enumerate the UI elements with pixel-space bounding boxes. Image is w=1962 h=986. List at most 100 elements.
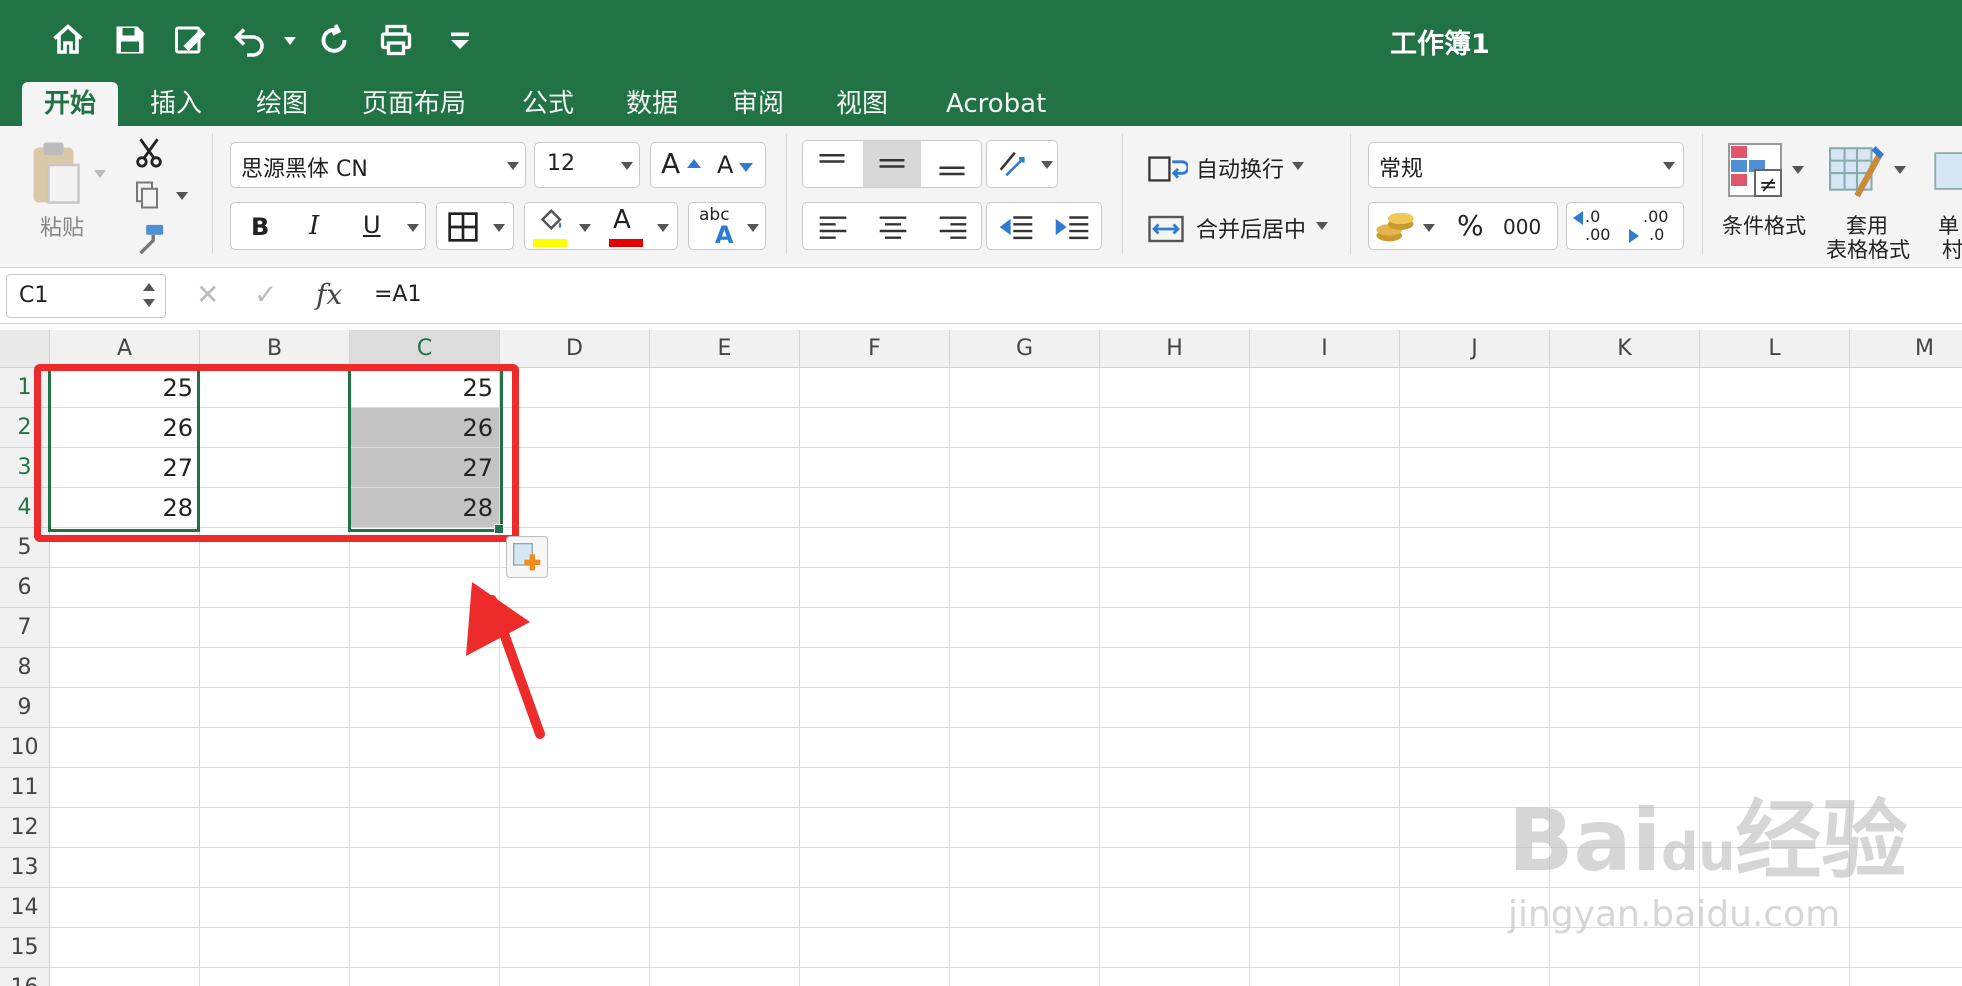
- cell-m15[interactable]: [1850, 928, 1962, 968]
- cell-a10[interactable]: [50, 728, 200, 768]
- cell-f5[interactable]: [800, 528, 950, 568]
- cut-icon[interactable]: [132, 134, 166, 170]
- cell-g9[interactable]: [950, 688, 1100, 728]
- align-left-icon[interactable]: [817, 213, 849, 241]
- tab-home[interactable]: 开始: [22, 82, 119, 126]
- home-icon[interactable]: [46, 18, 90, 62]
- cell-d3[interactable]: [500, 448, 650, 488]
- cell-c14[interactable]: [350, 888, 500, 928]
- row-header-5[interactable]: 5: [0, 528, 50, 568]
- cell-j10[interactable]: [1400, 728, 1550, 768]
- cell-j8[interactable]: [1400, 648, 1550, 688]
- shrink-font-button[interactable]: A: [717, 151, 733, 179]
- wrap-text-icon[interactable]: [1148, 154, 1188, 184]
- cell-k6[interactable]: [1550, 568, 1700, 608]
- cell-h11[interactable]: [1100, 768, 1250, 808]
- cell-e11[interactable]: [650, 768, 800, 808]
- cell-j4[interactable]: [1400, 488, 1550, 528]
- tab-page-layout[interactable]: 页面布局: [340, 82, 488, 126]
- cell-e13[interactable]: [650, 848, 800, 888]
- cell-i16[interactable]: [1250, 968, 1400, 986]
- font-color-dropdown-icon[interactable]: [657, 224, 669, 232]
- column-header-g[interactable]: G: [950, 330, 1100, 368]
- cell-i2[interactable]: [1250, 408, 1400, 448]
- conditional-format-icon[interactable]: ≠: [1726, 142, 1784, 198]
- paste-label[interactable]: 粘贴: [40, 210, 84, 242]
- cell-j16[interactable]: [1400, 968, 1550, 986]
- cell-a13[interactable]: [50, 848, 200, 888]
- cell-k4[interactable]: [1550, 488, 1700, 528]
- cell-i3[interactable]: [1250, 448, 1400, 488]
- cell-e9[interactable]: [650, 688, 800, 728]
- tab-acrobat[interactable]: Acrobat: [924, 82, 1068, 126]
- italic-button[interactable]: I: [309, 211, 319, 241]
- cell-g16[interactable]: [950, 968, 1100, 986]
- cell-h8[interactable]: [1100, 648, 1250, 688]
- cell-f1[interactable]: [800, 368, 950, 408]
- cell-g10[interactable]: [950, 728, 1100, 768]
- row-header-13[interactable]: 13: [0, 848, 50, 888]
- cell-l9[interactable]: [1700, 688, 1850, 728]
- cell-f11[interactable]: [800, 768, 950, 808]
- cell-h10[interactable]: [1100, 728, 1250, 768]
- font-size-select[interactable]: 12: [534, 142, 640, 188]
- cell-c11[interactable]: [350, 768, 500, 808]
- cell-a5[interactable]: [50, 528, 200, 568]
- cell-c4[interactable]: 28: [350, 488, 500, 528]
- fill-color-icon[interactable]: [533, 207, 567, 237]
- align-middle-button[interactable]: [863, 141, 921, 187]
- cell-a16[interactable]: [50, 968, 200, 986]
- cell-m3[interactable]: [1850, 448, 1962, 488]
- cell-k1[interactable]: [1550, 368, 1700, 408]
- cell-g6[interactable]: [950, 568, 1100, 608]
- formula-input[interactable]: =A1: [374, 282, 421, 307]
- cell-h5[interactable]: [1100, 528, 1250, 568]
- conditional-format-dropdown-icon[interactable]: [1792, 166, 1804, 174]
- cell-i14[interactable]: [1250, 888, 1400, 928]
- cell-a14[interactable]: [50, 888, 200, 928]
- cell-m8[interactable]: [1850, 648, 1962, 688]
- cell-e2[interactable]: [650, 408, 800, 448]
- cell-m10[interactable]: [1850, 728, 1962, 768]
- row-header-16[interactable]: 16: [0, 968, 50, 986]
- cell-f3[interactable]: [800, 448, 950, 488]
- cell-i5[interactable]: [1250, 528, 1400, 568]
- cell-e4[interactable]: [650, 488, 800, 528]
- orientation-button[interactable]: [986, 140, 1058, 188]
- underline-dropdown-icon[interactable]: [407, 224, 419, 232]
- cell-e3[interactable]: [650, 448, 800, 488]
- align-center-icon[interactable]: [877, 213, 909, 241]
- cell-styles-line2[interactable]: 村: [1942, 234, 1962, 264]
- cell-l8[interactable]: [1700, 648, 1850, 688]
- bold-button[interactable]: B: [251, 213, 269, 241]
- cell-h16[interactable]: [1100, 968, 1250, 986]
- cell-d11[interactable]: [500, 768, 650, 808]
- redo-icon[interactable]: [312, 18, 356, 62]
- row-header-3[interactable]: 3: [0, 448, 50, 488]
- cell-b2[interactable]: [200, 408, 350, 448]
- cell-c12[interactable]: [350, 808, 500, 848]
- undo-icon[interactable]: [228, 18, 272, 62]
- cell-h1[interactable]: [1100, 368, 1250, 408]
- font-name-select[interactable]: 思源黑体 CN: [230, 142, 526, 188]
- cell-i9[interactable]: [1250, 688, 1400, 728]
- cell-l1[interactable]: [1700, 368, 1850, 408]
- column-header-f[interactable]: F: [800, 330, 950, 368]
- cell-j9[interactable]: [1400, 688, 1550, 728]
- print-icon[interactable]: [374, 18, 418, 62]
- cell-b15[interactable]: [200, 928, 350, 968]
- decrease-decimal-button[interactable]: .00 .0: [1629, 207, 1681, 247]
- cell-l2[interactable]: [1700, 408, 1850, 448]
- cell-l3[interactable]: [1700, 448, 1850, 488]
- cell-g4[interactable]: [950, 488, 1100, 528]
- cell-i12[interactable]: [1250, 808, 1400, 848]
- column-header-l[interactable]: L: [1700, 330, 1850, 368]
- table-format-icon[interactable]: [1826, 142, 1888, 200]
- row-header-6[interactable]: 6: [0, 568, 50, 608]
- cell-i13[interactable]: [1250, 848, 1400, 888]
- cell-m9[interactable]: [1850, 688, 1962, 728]
- cell-e15[interactable]: [650, 928, 800, 968]
- number-format-select[interactable]: 常规: [1368, 142, 1684, 188]
- row-header-11[interactable]: 11: [0, 768, 50, 808]
- cell-a6[interactable]: [50, 568, 200, 608]
